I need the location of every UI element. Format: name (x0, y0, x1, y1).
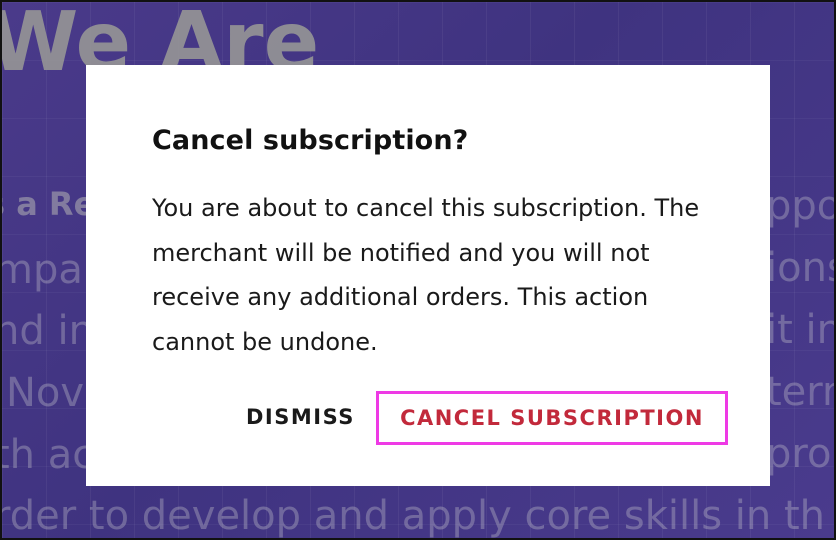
background-text-fragment: ppo (766, 183, 836, 229)
background-text-fragment: ions (766, 245, 834, 291)
background-text-line: nd in (0, 308, 94, 354)
background-text-fragment: it in (766, 307, 836, 353)
screen-frame: We Are s a Re mpa nd in Nov th ac rder t… (0, 0, 836, 540)
background-text-fragment: tern (766, 369, 834, 415)
dismiss-button[interactable]: DISMISS (246, 405, 355, 429)
background-text-line: Nov (6, 370, 85, 416)
background-text-line: mpa (0, 247, 83, 293)
cancel-subscription-button[interactable]: CANCEL SUBSCRIPTION (376, 391, 728, 445)
cancel-subscription-dialog: Cancel subscription? You are about to ca… (86, 65, 770, 486)
dialog-message: You are about to cancel this subscriptio… (152, 194, 700, 356)
background-text-line: th ac (0, 432, 95, 478)
background-text-line: rder to develop and apply core skills in… (0, 493, 825, 539)
background-text-fragment: pro (766, 431, 832, 477)
background-subhead: s a Re (2, 185, 96, 223)
dialog-title: Cancel subscription? (152, 125, 469, 156)
